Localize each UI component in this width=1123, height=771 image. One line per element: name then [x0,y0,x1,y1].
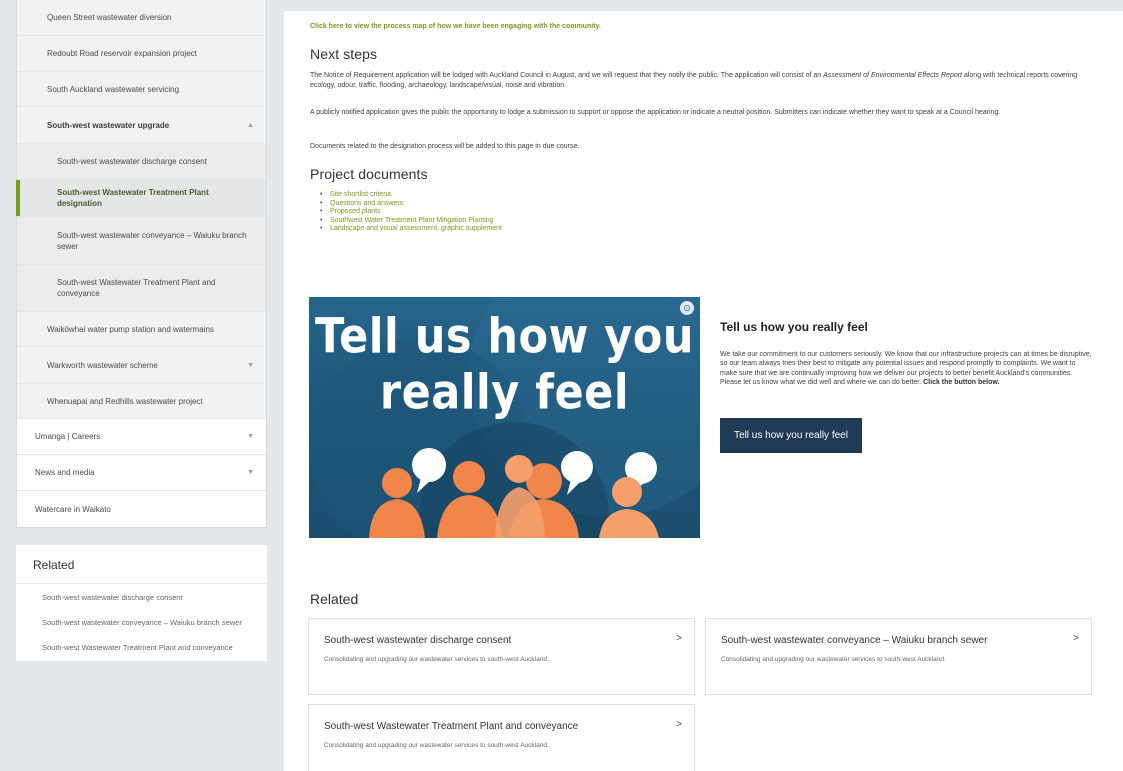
related-card-wwtp-conveyance[interactable]: South-west Wastewater Treatment Plant an… [308,704,695,771]
banner-headline: Tell us how you really feel [309,309,700,421]
sidebar-item-discharge-consent[interactable]: South-west wastewater discharge consent [17,144,266,180]
document-link[interactable]: Proposed plants [330,208,381,215]
related-heading: Related [310,591,359,607]
document-link[interactable]: Questions and answers [330,200,403,207]
feedback-heading: Tell us how you really feel [720,320,868,334]
chevron-down-icon[interactable]: ▼ [244,362,254,369]
sidebar-related: Related South-west wastewater discharge … [16,545,267,661]
document-link[interactable]: Southwest Water Treatment Plant Mitigati… [330,217,494,224]
sidebar-item-label: Warkworth wastewater scheme [47,360,158,370]
next-steps-heading: Next steps [310,46,378,62]
sidebar-item-label: News and media [35,468,95,477]
sidebar-item-label: Redoubt Road reservoir expansion project [47,49,197,58]
sidebar-related-title: Related [16,545,267,584]
document-link[interactable]: Landscape and visual assessment, graphic… [330,225,502,232]
paragraph-text: We take our commitment to our customers … [720,351,1092,387]
chevron-right-icon: > [1073,633,1079,644]
sidebar-item-redoubt-road[interactable]: Redoubt Road reservoir expansion project [17,36,266,72]
sidebar-item-label: Umanga | Careers [35,432,101,441]
list-item: Proposed plants [320,208,502,217]
chevron-down-icon[interactable]: ▼ [244,469,254,476]
card-description: Consolidating and upgrading our wastewat… [721,656,946,663]
sidebar: Queen Street wastewater diversion Redoub… [16,0,267,661]
list-item: Landscape and visual assessment, graphic… [320,225,502,234]
sidebar-item-south-auckland[interactable]: South Auckland wastewater servicing [17,72,266,107]
sidebar-item-queen-street[interactable]: Queen Street wastewater diversion [17,0,266,36]
sidebar-item-whenuapai[interactable]: Whenuapai and Redhills wastewater projec… [17,384,266,419]
banner-line: really feel [379,365,630,421]
paragraph-emphasis: Click the button below. [923,379,1000,387]
feedback-paragraph: We take our commitment to our customers … [720,350,1092,388]
sidebar-item-warkworth[interactable]: Warkworth wastewater scheme ▼ [17,347,266,384]
sidebar-item-wwtp-conveyance[interactable]: South-west Wastewater Treatment Plant an… [17,265,266,312]
card-description: Consolidating and upgrading our wastewat… [324,742,549,749]
sidebar-item-waiuku-branch-sewer[interactable]: South-west wastewater conveyance – Waiuk… [17,217,266,265]
sidebar-nav: Queen Street wastewater diversion Redoub… [16,0,267,528]
sidebar-item-label: Whenuapai and Redhills wastewater projec… [47,396,203,406]
project-documents-heading: Project documents [310,166,428,182]
sidebar-item-label: South-west Wastewater Treatment Plant an… [57,278,216,298]
sidebar-item-news-media[interactable]: News and media ▼ [17,455,266,491]
sidebar-related-link[interactable]: South-west wastewater conveyance – Waiuk… [16,618,267,628]
sidebar-item-label: South Auckland wastewater servicing [47,84,180,94]
sidebar-item-waikowhai[interactable]: Waikōwhai water pump station and waterma… [17,312,266,347]
feedback-button[interactable]: Tell us how you really feel [720,418,862,453]
chevron-down-icon[interactable]: ▼ [244,433,254,440]
chevron-up-icon[interactable]: ▲ [244,122,254,129]
list-item: Southwest Water Treatment Plant Mitigati… [320,217,502,226]
sidebar-item-label: Queen Street wastewater diversion [47,13,172,22]
related-card-waiuku-branch-sewer[interactable]: South-west wastewater conveyance – Waiuk… [705,618,1092,695]
chevron-right-icon: > [676,633,682,644]
main-content: Click here to view the process map of ho… [284,10,1123,771]
sidebar-related-link[interactable]: South-west Wastewater Treatment Plant an… [16,643,267,653]
paragraph-text: The Notice of Requirement application wi… [310,72,824,79]
project-documents-list: Site shortlist criteria Questions and an… [320,191,502,234]
sidebar-item-label: Watercare in Waikato [35,504,111,514]
sidebar-item-wwtp-designation[interactable]: South-west Wastewater Treatment Plant de… [16,180,266,217]
sidebar-item-waikato[interactable]: Watercare in Waikato [17,491,266,527]
submission-paragraph: A publicly notified application gives th… [310,109,1001,116]
document-link[interactable]: Site shortlist criteria [330,191,391,198]
card-title: South-west Wastewater Treatment Plant an… [324,721,579,732]
sidebar-item-label: South-west wastewater upgrade [47,120,170,130]
documents-note-paragraph: Documents related to the designation pro… [310,143,580,150]
card-title: South-west wastewater conveyance – Waiuk… [721,635,988,646]
related-card-discharge-consent[interactable]: South-west wastewater discharge consent … [308,618,695,695]
sidebar-item-south-west-upgrade[interactable]: South-west wastewater upgrade ▲ [17,107,266,144]
next-steps-paragraph: The Notice of Requirement application wi… [310,71,1100,90]
report-name: Assessment of Environmental Effects Repo… [823,72,963,79]
list-item: Site shortlist criteria [320,191,502,200]
card-title: South-west wastewater discharge consent [324,635,512,646]
chevron-right-icon: > [676,719,682,730]
sidebar-item-careers[interactable]: Umanga | Careers ▼ [17,419,266,455]
sidebar-item-label: Waikōwhai water pump station and waterma… [47,324,214,334]
feedback-banner-image: Tell us how you really feel ⊙ [309,297,700,538]
card-description: Consolidating and upgrading our wastewat… [324,656,549,663]
banner-line: Tell us how you [315,309,694,365]
sidebar-related-link[interactable]: South-west wastewater discharge consent [16,593,267,603]
sidebar-item-label: South-west wastewater conveyance – Waiuk… [57,230,247,251]
sidebar-item-label: South-west wastewater discharge consent [57,157,207,166]
process-map-link[interactable]: Click here to view the process map of ho… [310,23,601,30]
expand-icon[interactable]: ⊙ [680,301,694,315]
sidebar-item-label: South-west Wastewater Treatment Plant de… [57,188,209,208]
list-item: Questions and answers [320,200,502,209]
